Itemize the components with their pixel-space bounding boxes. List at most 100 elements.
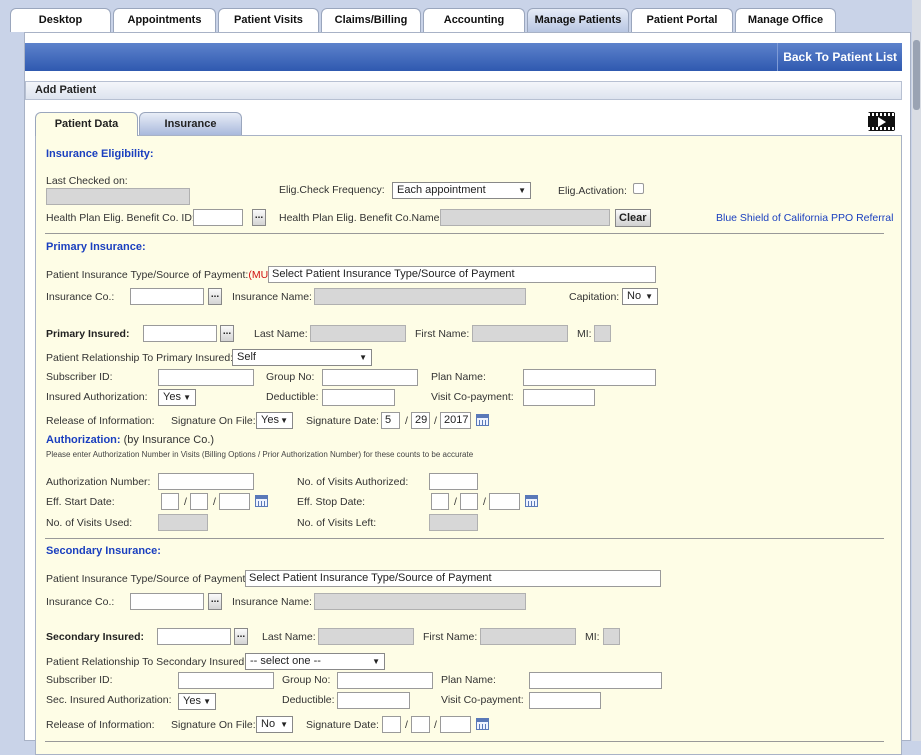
eff-stop-day-input[interactable] [460,493,478,510]
eff-stop-year-input[interactable] [489,493,520,510]
capitation-label: Capitation: [569,291,620,303]
insurance-form-panel: Insurance Eligibility: Last Checked on: … [35,135,902,755]
date-separator: / [184,496,187,508]
secondary-insured-input[interactable] [157,628,231,645]
benefit-id-input[interactable] [193,209,243,226]
secondary-relationship-label: Patient Relationship To Secondary Insure… [46,656,248,668]
secondary-type-field[interactable]: Select Patient Insurance Type/Source of … [245,570,661,587]
primary-relationship-select[interactable]: Self ▼ [232,349,372,366]
clear-button[interactable]: Clear [615,209,651,227]
primary-sig-month-input[interactable]: 5 [381,412,400,429]
secondary-deductible-input[interactable] [337,692,410,709]
chevron-down-icon: ▼ [359,353,367,362]
tab-patient-visits[interactable]: Patient Visits [218,8,319,32]
secondary-ins-name-field [314,593,526,610]
calendar-icon[interactable] [255,495,268,507]
capitation-select[interactable]: No ▼ [622,288,658,305]
tab-insurance[interactable]: Insurance [139,112,242,135]
primary-copay-label: Visit Co-payment: [431,391,514,403]
tab-patient-portal[interactable]: Patient Portal [631,8,733,32]
secondary-mi-field [603,628,620,645]
authorization-title: Authorization: (by Insurance Co.) [46,434,214,446]
primary-copay-input[interactable] [523,389,595,406]
primary-insured-input[interactable] [143,325,217,342]
primary-group-label: Group No: [266,371,315,383]
secondary-group-input[interactable] [337,672,433,689]
secondary-ins-co-lookup-button[interactable]: ... [208,593,222,610]
primary-last-name-label: Last Name: [254,328,308,340]
capitation-value: No [627,290,642,302]
primary-sig-year-input[interactable]: 2017 [440,412,471,429]
visits-used-field [158,514,208,531]
eff-start-day-input[interactable] [190,493,208,510]
divider [45,233,884,234]
primary-ins-co-input[interactable] [130,288,204,305]
visits-authorized-input[interactable] [429,473,478,490]
calendar-icon[interactable] [476,414,489,426]
date-separator: / [483,496,486,508]
secondary-insured-lookup-button[interactable]: ... [234,628,248,645]
secondary-sig-month-input[interactable] [382,716,401,733]
primary-plan-input[interactable] [523,369,656,386]
primary-deductible-input[interactable] [322,389,395,406]
primary-ins-co-lookup-button[interactable]: ... [208,288,222,305]
primary-first-name-field [472,325,568,342]
primary-group-input[interactable] [322,369,418,386]
secondary-group-label: Group No: [282,674,331,686]
tab-claims-billing[interactable]: Claims/Billing [321,8,421,32]
last-checked-label: Last Checked on: [46,175,128,187]
chevron-down-icon: ▼ [280,416,288,425]
visits-used-label: No. of Visits Used: [46,517,133,529]
eff-start-year-input[interactable] [219,493,250,510]
tab-manage-office[interactable]: Manage Office [735,8,836,32]
page-scrollbar[interactable] [912,0,921,741]
secondary-sig-day-input[interactable] [411,716,430,733]
tab-desktop[interactable]: Desktop [10,8,111,32]
benefit-lookup-button[interactable]: ... [252,209,266,226]
tab-manage-patients[interactable]: Manage Patients [527,8,629,32]
chevron-down-icon: ▼ [518,186,526,195]
secondary-relationship-value: -- select one -- [250,655,321,667]
calendar-icon[interactable] [476,718,489,730]
primary-sig-on-file-select[interactable]: Yes ▼ [256,412,293,429]
secondary-sig-on-file-select[interactable]: No ▼ [256,716,293,733]
primary-type-label-text: Patient Insurance Type/Source of Payment… [46,269,249,281]
primary-insured-lookup-button[interactable]: ... [220,325,234,342]
primary-type-field[interactable]: Select Patient Insurance Type/Source of … [268,266,656,283]
activation-label: Elig.Activation: [558,185,627,197]
secondary-sig-year-input[interactable] [440,716,471,733]
date-separator: / [405,719,408,731]
secondary-relationship-select[interactable]: -- select one -- ▼ [245,653,385,670]
video-tutorial-icon[interactable] [868,112,895,131]
date-separator: / [405,415,408,427]
back-to-patient-list-button[interactable]: Back To Patient List [777,43,902,71]
frequency-select[interactable]: Each appointment ▼ [392,182,531,199]
eff-stop-label: Eff. Stop Date: [297,496,366,508]
authorization-note: Please enter Authorization Number in Vis… [46,450,474,459]
secondary-type-label: Patient Insurance Type/Source of Payment… [46,573,249,585]
secondary-plan-label: Plan Name: [441,674,496,686]
secondary-copay-input[interactable] [529,692,601,709]
primary-ins-co-label: Insurance Co.: [46,291,115,303]
scrollbar-thumb[interactable] [913,40,920,110]
secondary-plan-input[interactable] [529,672,662,689]
eff-start-month-input[interactable] [161,493,179,510]
tab-appointments[interactable]: Appointments [113,8,216,32]
auth-number-input[interactable] [158,473,254,490]
tab-accounting[interactable]: Accounting [423,8,525,32]
primary-subscriber-input[interactable] [158,369,254,386]
tab-patient-data[interactable]: Patient Data [35,112,138,136]
calendar-icon[interactable] [525,495,538,507]
primary-sig-on-file-value: Yes [261,414,279,426]
eff-stop-month-input[interactable] [431,493,449,510]
chevron-down-icon: ▼ [280,720,288,729]
secondary-ins-co-input[interactable] [130,593,204,610]
primary-auth-label: Insured Authorization: [46,391,148,403]
secondary-auth-select[interactable]: Yes ▼ [178,693,216,710]
primary-sig-day-input[interactable]: 29 [411,412,430,429]
primary-ins-name-field [314,288,526,305]
referral-link[interactable]: Blue Shield of California PPO Referral [716,212,893,224]
primary-auth-select[interactable]: Yes ▼ [158,389,196,406]
secondary-subscriber-input[interactable] [178,672,274,689]
activation-checkbox[interactable] [633,183,644,194]
